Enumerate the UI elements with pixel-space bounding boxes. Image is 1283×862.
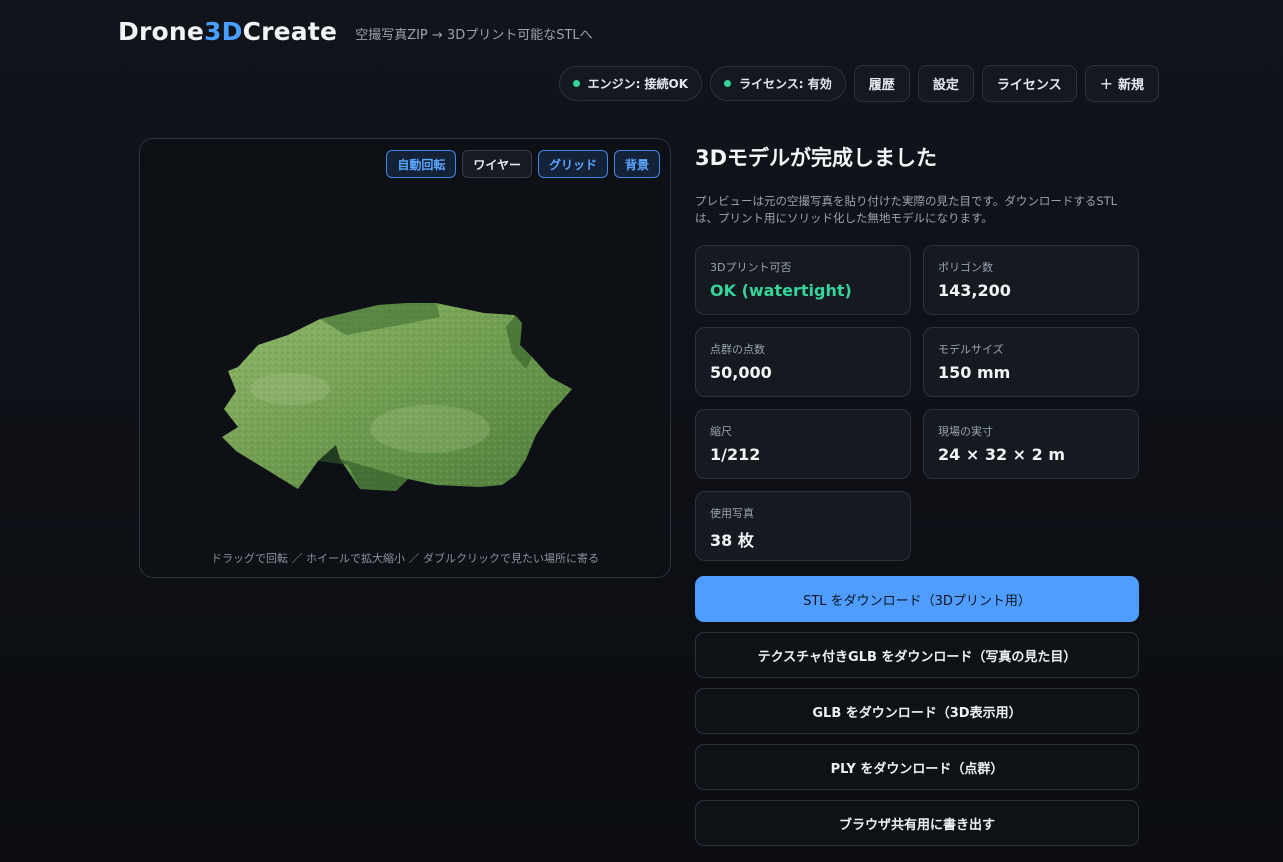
stat-card-model-size: モデルサイズ 150 mm xyxy=(923,327,1139,397)
download-actions: STL をダウンロード（3Dプリント用） テクスチャ付きGLB をダウンロード（… xyxy=(695,576,1139,846)
plus-icon: + xyxy=(1099,74,1113,93)
download-glb-button[interactable]: GLB をダウンロード（3D表示用） xyxy=(695,688,1139,734)
new-button[interactable]: + 新規 xyxy=(1084,65,1159,102)
download-textured-glb-button[interactable]: テクスチャ付きGLB をダウンロード（写真の見た目） xyxy=(695,632,1139,678)
model-preview-viewer[interactable]: 自動回転 ワイヤー グリッド 背景 ドラッグで回転 ／ ホイールで拡大縮小 ／ … xyxy=(139,138,671,578)
engine-status-badge: エンジン: 接続OK xyxy=(558,66,703,101)
result-description: プレビューは元の空撮写真を貼り付けた実際の見た目です。ダウンロードするSTLは、… xyxy=(695,194,1118,225)
app-brand: Drone3DCreate 空撮写真ZIP → 3Dプリント可能なSTLへ xyxy=(118,17,593,46)
viewer-controls-hint: ドラッグで回転 ／ ホイールで拡大縮小 ／ ダブルクリックで見たい場所に寄る xyxy=(211,552,599,565)
history-button[interactable]: 履歴 xyxy=(853,65,910,102)
model-stats-grid: 3Dプリント可否 OK (watertight) ポリゴン数 143,200 点… xyxy=(695,245,1139,561)
license-button[interactable]: ライセンス xyxy=(981,65,1077,102)
stat-card-real-dimensions: 現場の実寸 24 × 32 × 2 m xyxy=(923,409,1139,479)
wireframe-toggle[interactable]: ワイヤー xyxy=(462,150,532,178)
grid-toggle[interactable]: グリッド xyxy=(537,150,608,178)
top-toolbar: エンジン: 接続OK ライセンス: 有効 履歴 設定 ライセンス + 新規 xyxy=(558,65,1159,102)
viewer-toolbar: 自動回転 ワイヤー グリッド 背景 xyxy=(386,150,660,178)
app-tagline: 空撮写真ZIP → 3Dプリント可能なSTLへ xyxy=(355,28,593,43)
auto-rotate-toggle[interactable]: 自動回転 xyxy=(386,150,457,178)
result-panel: 3Dモデルが完成しました プレビューは元の空撮写真を貼り付けた実際の見た目です。… xyxy=(695,142,1139,561)
app-logo-text: Drone3DCreate xyxy=(118,17,338,46)
status-dot-icon xyxy=(572,80,580,87)
printability-value: OK (watertight) xyxy=(710,281,852,300)
export-browser-share-button[interactable]: ブラウザ共有用に書き出す xyxy=(695,800,1139,846)
download-stl-button[interactable]: STL をダウンロード（3Dプリント用） xyxy=(695,576,1139,622)
stat-card-scale: 縮尺 1/212 xyxy=(695,409,911,479)
license-status-badge: ライセンス: 有効 xyxy=(710,66,846,101)
terrain-model-render[interactable] xyxy=(140,139,671,578)
download-ply-button[interactable]: PLY をダウンロード（点群） xyxy=(695,744,1139,790)
stat-card-printability: 3Dプリント可否 OK (watertight) xyxy=(695,245,911,315)
stat-card-polygons: ポリゴン数 143,200 xyxy=(923,245,1139,315)
background-toggle[interactable]: 背景 xyxy=(613,150,660,178)
status-dot-icon xyxy=(724,80,732,87)
stat-card-photos-used: 使用写真 38 枚 xyxy=(695,491,911,561)
result-title: 3Dモデルが完成しました xyxy=(695,146,938,170)
stat-card-points: 点群の点数 50,000 xyxy=(695,327,911,397)
settings-button[interactable]: 設定 xyxy=(917,65,974,102)
